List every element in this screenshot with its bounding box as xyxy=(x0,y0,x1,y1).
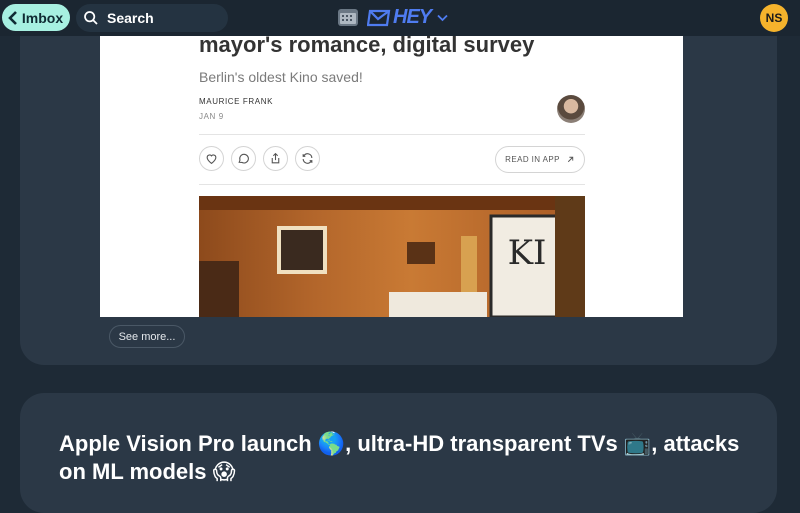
arrow-up-right-icon xyxy=(567,156,574,163)
share-button[interactable] xyxy=(263,146,288,171)
divider xyxy=(199,184,585,185)
read-in-app-label: READ IN APP xyxy=(505,155,560,164)
user-avatar[interactable]: NS xyxy=(760,4,788,32)
like-button[interactable] xyxy=(199,146,224,171)
calendar-icon[interactable] xyxy=(337,7,359,27)
read-in-app-button[interactable]: READ IN APP xyxy=(495,146,585,173)
back-to-imbox-button[interactable]: Imbox xyxy=(2,4,70,31)
next-article-headline[interactable]: Apple Vision Pro launch 🌎, ultra-HD tran… xyxy=(59,430,759,486)
heart-icon xyxy=(206,154,217,165)
hey-logo-text: HEY xyxy=(393,6,432,28)
article-date: JAN 9 xyxy=(199,112,224,121)
chevron-left-icon xyxy=(8,10,17,25)
repost-icon xyxy=(302,153,313,164)
comment-icon xyxy=(238,153,249,164)
article-subtitle: Berlin's oldest Kino saved! xyxy=(199,69,363,85)
search-icon xyxy=(84,11,98,25)
comment-button[interactable] xyxy=(231,146,256,171)
article-preview[interactable]: #146: Rail strike, others in town, mayor… xyxy=(100,0,683,317)
divider xyxy=(199,134,585,135)
article-author: MAURICE FRANK xyxy=(199,97,274,106)
top-bar: Imbox Search HEY NS xyxy=(0,0,800,36)
envelope-icon xyxy=(367,9,391,26)
see-more-button[interactable]: See more... xyxy=(109,325,185,348)
repost-button[interactable] xyxy=(295,146,320,171)
search-button[interactable]: Search xyxy=(76,4,228,32)
chevron-down-icon xyxy=(437,14,448,21)
article-photo: KI xyxy=(199,196,585,317)
hey-menu-button[interactable]: HEY xyxy=(367,6,448,29)
share-icon xyxy=(271,152,280,164)
search-label: Search xyxy=(107,10,154,26)
back-label: Imbox xyxy=(21,9,64,26)
author-avatar xyxy=(557,95,585,123)
cinema-sign-text: KI xyxy=(507,233,547,273)
